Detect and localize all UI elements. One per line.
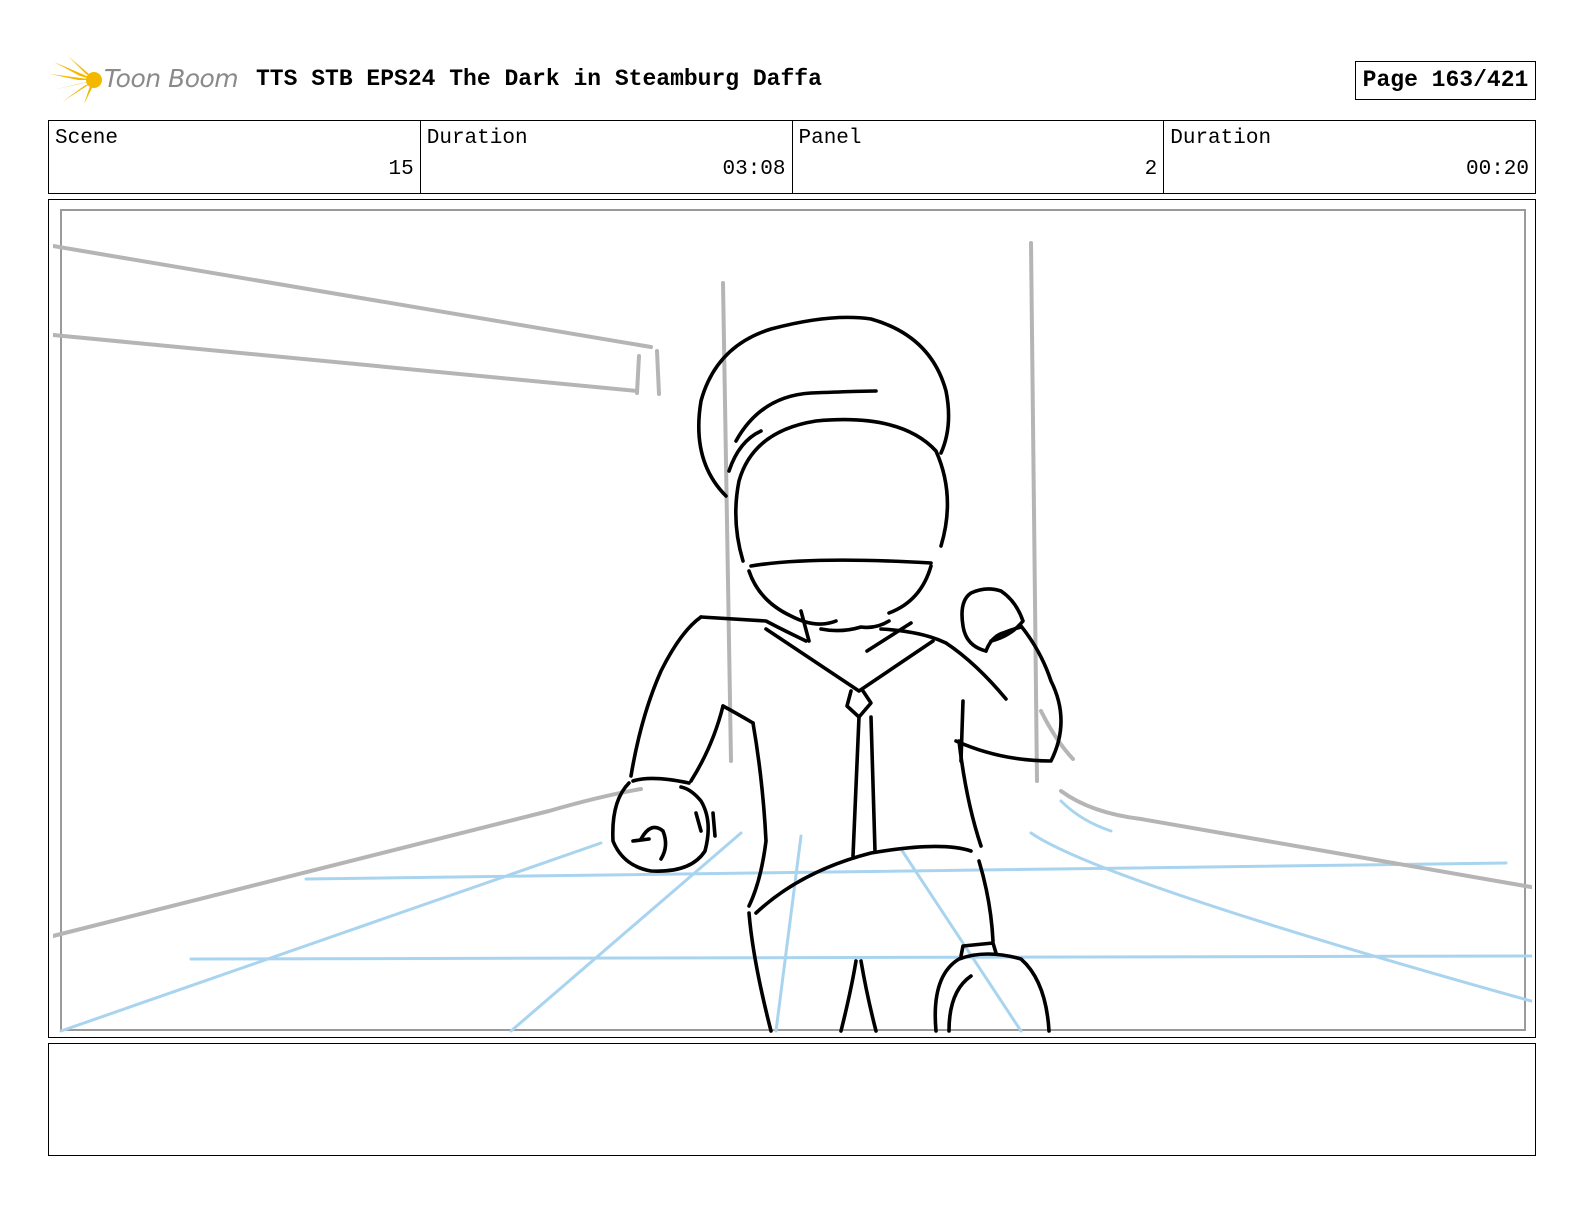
logo-wordmark: Toon Boom xyxy=(104,64,239,93)
scene-duration-label: Duration xyxy=(426,127,528,150)
panel-duration-cell: Duration 00:20 xyxy=(1164,121,1535,193)
character-sketch xyxy=(611,315,1063,1033)
panel-cell: Panel 2 xyxy=(793,121,1165,193)
scene-value: 15 xyxy=(388,158,414,181)
scene-info-table: Scene 15 Duration 03:08 Panel 2 Duration… xyxy=(48,120,1536,194)
panel-sketch-image xyxy=(53,209,1532,1033)
panel-label: Panel xyxy=(798,127,862,150)
scene-cell: Scene 15 xyxy=(49,121,421,193)
room-lines xyxy=(53,241,1532,938)
scene-duration-cell: Duration 03:08 xyxy=(421,121,793,193)
page-number: Page 163/421 xyxy=(1355,61,1536,100)
scene-duration-value: 03:08 xyxy=(722,158,786,181)
perspective-grid xyxy=(59,799,1532,1033)
panel-duration-label: Duration xyxy=(1170,127,1272,150)
panel-notes-area xyxy=(48,1043,1536,1156)
scene-label: Scene xyxy=(55,127,119,150)
panel-duration-value: 00:20 xyxy=(1465,158,1529,181)
document-title: TTS STB EPS24 The Dark in Steamburg Daff… xyxy=(256,66,822,92)
storyboard-panel xyxy=(48,199,1536,1038)
panel-value: 2 xyxy=(1144,158,1158,181)
